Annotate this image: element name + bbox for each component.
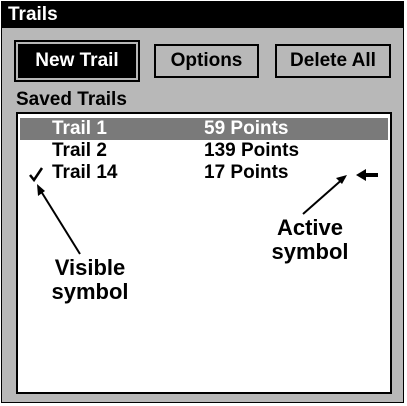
visible-symbol-annotation: Visible symbol	[51, 255, 129, 304]
delete-all-button[interactable]: Delete All	[275, 44, 391, 78]
trails-window: Trails New Trail Options Delete All Save…	[1, 1, 404, 403]
trail-points: 17 Points	[204, 162, 289, 183]
window-title: Trails	[2, 2, 403, 28]
trail-name: Trail 2	[52, 140, 107, 161]
new-trail-button[interactable]: New Trail	[14, 40, 140, 82]
left-arrow-icon	[356, 166, 378, 181]
saved-trails-heading: Saved Trails	[16, 89, 127, 110]
active-symbol-annotation: Active symbol	[271, 215, 349, 264]
checkmark-icon	[28, 162, 44, 184]
trail-name: Trail 14	[52, 162, 118, 183]
list-item-trail-14[interactable]: Trail 14 17 Points	[24, 162, 384, 184]
list-item-trail-1[interactable]: Trail 1 59 Points	[20, 118, 388, 140]
trail-points: 139 Points	[204, 140, 300, 161]
trail-name: Trail 1	[52, 118, 107, 139]
list-item-trail-2[interactable]: Trail 2 139 Points	[24, 140, 384, 162]
trail-points: 59 Points	[204, 118, 289, 139]
options-button[interactable]: Options	[154, 44, 259, 78]
